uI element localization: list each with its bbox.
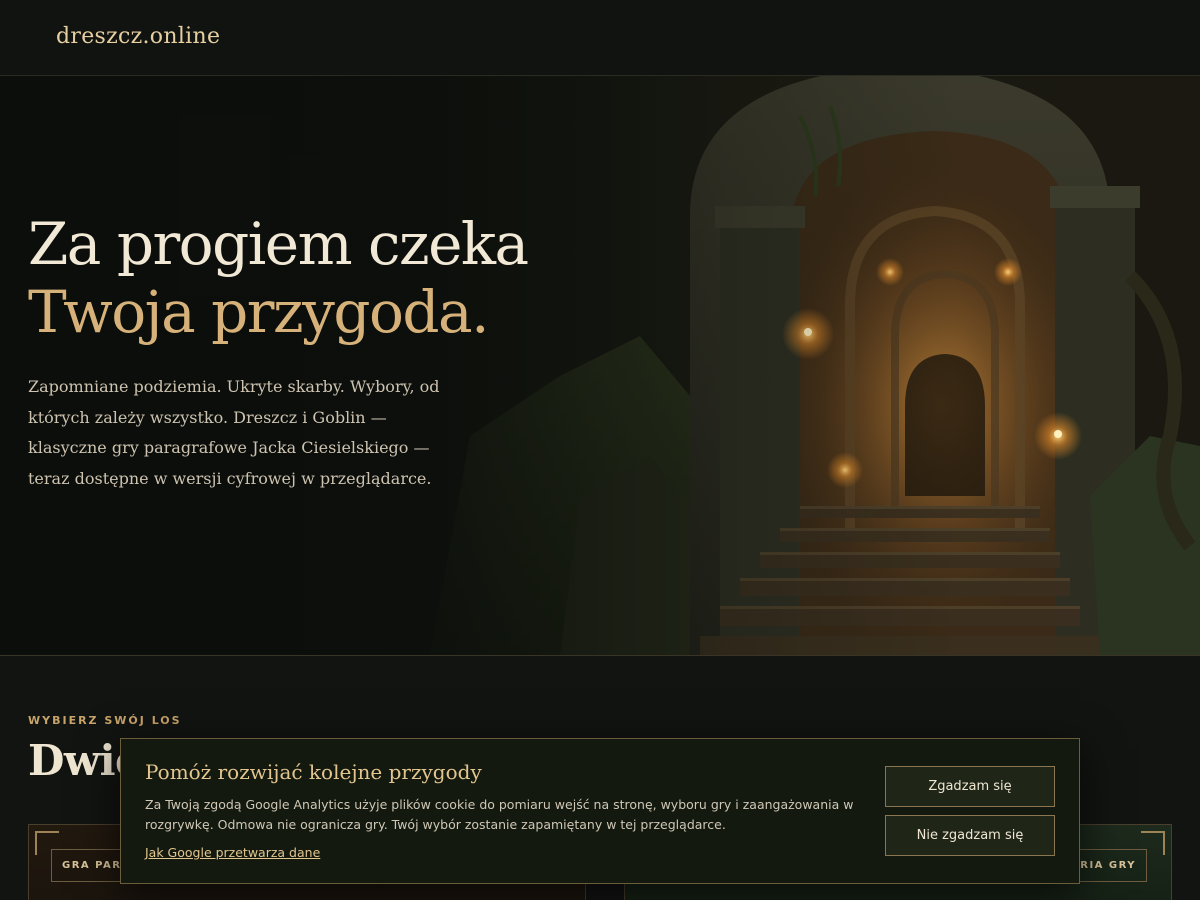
hero-heading: Za progiem czeka Twoja przygoda. bbox=[28, 210, 529, 346]
hero-overlay bbox=[0, 76, 1200, 655]
hero-description: Zapomniane podziemia. Ukryte skarby. Wyb… bbox=[28, 377, 440, 488]
cookie-consent-banner: Pomóż rozwijać kolejne przygody Za Twoją… bbox=[120, 738, 1080, 884]
brand-logo-link[interactable]: dreszcz.online bbox=[56, 24, 220, 49]
section-eyebrow: WYBIERZ SWÓJ LOS bbox=[28, 714, 182, 727]
cookie-banner-text: Za Twoją zgodą Google Analytics użyje pl… bbox=[145, 797, 854, 832]
decline-cookies-button[interactable]: Nie zgadzam się bbox=[885, 815, 1055, 856]
site-header: dreszcz.online bbox=[0, 0, 1200, 76]
hero-section: Za progiem czeka Twoja przygoda. Zapomni… bbox=[0, 76, 1200, 656]
cookie-banner-title: Pomóż rozwijać kolejne przygody bbox=[145, 760, 482, 784]
google-data-policy-link[interactable]: Jak Google przetwarza dane bbox=[145, 845, 320, 860]
hero-heading-line1: Za progiem czeka bbox=[28, 210, 529, 278]
accept-cookies-button[interactable]: Zgadzam się bbox=[885, 766, 1055, 807]
hero-heading-line2: Twoja przygoda. bbox=[28, 278, 490, 346]
